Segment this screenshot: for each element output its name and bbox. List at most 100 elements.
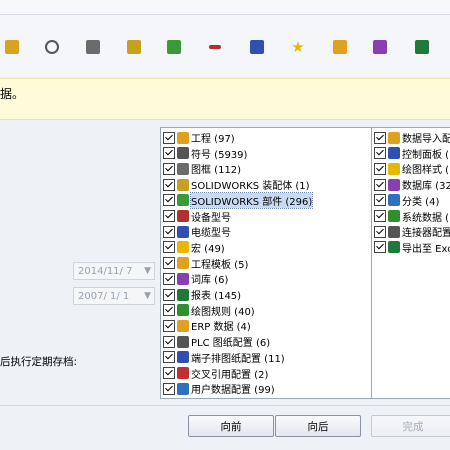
checkbox[interactable] bbox=[374, 147, 386, 160]
system-data-icon bbox=[388, 210, 400, 222]
list-item-label: 宏 (49) bbox=[191, 243, 225, 255]
report-icon bbox=[177, 288, 189, 301]
date-from-field[interactable]: 2014/11/ 7 ▼ bbox=[73, 262, 155, 280]
list-item[interactable]: 电缆型号 bbox=[163, 224, 231, 239]
template-icon bbox=[177, 257, 189, 270]
assembly-icon bbox=[177, 178, 189, 191]
list-item[interactable]: 图框 (112) bbox=[163, 161, 241, 176]
list-item[interactable]: 控制面板 ( bbox=[374, 146, 449, 161]
checkbox[interactable] bbox=[163, 131, 175, 144]
list-item[interactable]: 绘图样式 ( bbox=[374, 161, 449, 176]
checkbox[interactable] bbox=[374, 194, 386, 207]
rules-icon bbox=[177, 304, 189, 317]
checkbox[interactable] bbox=[163, 382, 175, 395]
date-to-field[interactable]: 2007/ 1/ 1 ▼ bbox=[73, 287, 155, 305]
checkbox[interactable] bbox=[374, 241, 386, 254]
checkbox[interactable] bbox=[163, 367, 175, 379]
star-icon[interactable]: ★ bbox=[288, 37, 308, 57]
list-item-label: 用户数据配置 (99) bbox=[191, 385, 275, 397]
checkbox[interactable] bbox=[163, 272, 175, 285]
frame-icon[interactable] bbox=[83, 37, 103, 57]
list-item[interactable]: 分类 (4) bbox=[374, 193, 439, 208]
archive-items-list-right[interactable]: 数据导入配 控制面板 (绘图样式 ( 数据库 (32 分类 (4) 系统数据 (连接器配… bbox=[372, 127, 450, 399]
list-item[interactable]: 绘图规则 (40) bbox=[163, 303, 255, 318]
database-icon bbox=[388, 178, 400, 191]
list-item-label: 数据库 (32 bbox=[402, 181, 450, 193]
symbol-icon[interactable] bbox=[42, 37, 62, 57]
chevron-down-icon: ▼ bbox=[144, 266, 151, 276]
list-item[interactable]: 工程模板 (5) bbox=[163, 256, 248, 271]
style-icon bbox=[388, 162, 400, 175]
checkbox[interactable] bbox=[374, 225, 386, 238]
list-item-label: 图框 (112) bbox=[191, 165, 242, 177]
checkbox[interactable] bbox=[374, 178, 386, 191]
chevron-down-icon: ▼ bbox=[144, 291, 151, 301]
panel-icon bbox=[388, 147, 400, 160]
list-item-label: PLC 图纸配置 (6) bbox=[191, 338, 271, 350]
terminal-icon bbox=[177, 351, 189, 364]
template-icon[interactable] bbox=[330, 37, 350, 57]
list-item-label: 报表 (145) bbox=[191, 291, 242, 302]
list-item[interactable]: 设备型号 bbox=[163, 209, 231, 224]
back-button[interactable]: 向前 bbox=[188, 415, 274, 437]
list-item[interactable]: 数据库 (32 bbox=[374, 177, 450, 192]
checkbox[interactable] bbox=[163, 162, 175, 175]
list-item[interactable]: 符号 (5939) bbox=[163, 146, 247, 161]
assembly-icon[interactable] bbox=[2, 37, 22, 57]
checkbox[interactable] bbox=[163, 241, 175, 254]
part-icon bbox=[177, 194, 189, 207]
checkbox[interactable] bbox=[163, 351, 175, 364]
project-icon bbox=[177, 131, 189, 144]
tools-icon bbox=[177, 210, 189, 222]
toolbar: ★ bbox=[0, 15, 450, 77]
library-icon[interactable] bbox=[370, 37, 390, 57]
checkbox[interactable] bbox=[163, 225, 175, 238]
import-icon bbox=[388, 131, 400, 144]
list-item-label: 系统数据 ( bbox=[402, 212, 450, 224]
list-item[interactable]: 导出至 Exc bbox=[374, 240, 450, 255]
checkbox[interactable] bbox=[163, 319, 175, 332]
solid-part-2-icon[interactable] bbox=[164, 37, 184, 57]
title-bar bbox=[0, 0, 450, 15]
list-item-label: 导出至 Exc bbox=[402, 243, 450, 255]
list-item[interactable]: 报表 (145) bbox=[163, 287, 241, 302]
checkbox[interactable] bbox=[163, 304, 175, 317]
list-item-label: 电缆型号 bbox=[191, 228, 231, 240]
info-banner: 据。 bbox=[0, 78, 450, 120]
checkbox[interactable] bbox=[374, 210, 386, 222]
archive-items-list[interactable]: 工程 (97) 符号 (5939) 图框 (112) SOLIDWORKS 装配体 (… bbox=[160, 127, 372, 399]
list-item[interactable]: 词库 (6) bbox=[163, 271, 228, 286]
checkbox[interactable] bbox=[163, 335, 175, 348]
checkbox[interactable] bbox=[163, 210, 175, 222]
dictionary-icon bbox=[177, 272, 189, 285]
list-item-label: 分类 (4) bbox=[402, 196, 440, 208]
list-item[interactable]: 用户数据配置 (99) bbox=[163, 381, 275, 396]
checkbox[interactable] bbox=[163, 257, 175, 270]
list-item[interactable]: SOLIDWORKS 部件 (296) bbox=[163, 191, 314, 209]
checkbox[interactable] bbox=[163, 178, 175, 191]
next-button[interactable]: 向后 bbox=[275, 415, 361, 437]
list-item[interactable]: 系统数据 ( bbox=[374, 209, 449, 224]
list-item[interactable]: 工程 (97) bbox=[163, 130, 235, 145]
list-item[interactable]: 连接器配置 bbox=[374, 224, 450, 239]
list-item[interactable]: PLC 图纸配置 (6) bbox=[163, 334, 270, 349]
checkbox[interactable] bbox=[374, 162, 386, 175]
category-icon bbox=[388, 194, 400, 207]
checkbox[interactable] bbox=[163, 147, 175, 160]
list-item-label: 符号 (5939) bbox=[191, 149, 248, 161]
list-item[interactable]: 宏 (49) bbox=[163, 240, 225, 255]
report-icon[interactable] bbox=[412, 37, 432, 57]
list-item[interactable]: 数据导入配 bbox=[374, 130, 450, 145]
list-item[interactable]: SOLIDWORKS 装配体 (1) bbox=[163, 177, 310, 192]
checkbox[interactable] bbox=[163, 194, 175, 207]
symbol-icon bbox=[177, 147, 189, 160]
list-item[interactable]: 端子排图纸配置 (11) bbox=[163, 350, 285, 365]
finish-button[interactable]: 完成 bbox=[371, 415, 450, 437]
checkbox[interactable] bbox=[374, 131, 386, 144]
cable-icon[interactable] bbox=[247, 37, 267, 57]
list-item[interactable]: ERP 数据 (4) bbox=[163, 318, 251, 333]
solid-part-icon[interactable] bbox=[124, 37, 144, 57]
list-item[interactable]: 交叉引用配置 (2) bbox=[163, 366, 268, 381]
checkbox[interactable] bbox=[163, 288, 175, 301]
tools-icon[interactable] bbox=[205, 37, 225, 57]
